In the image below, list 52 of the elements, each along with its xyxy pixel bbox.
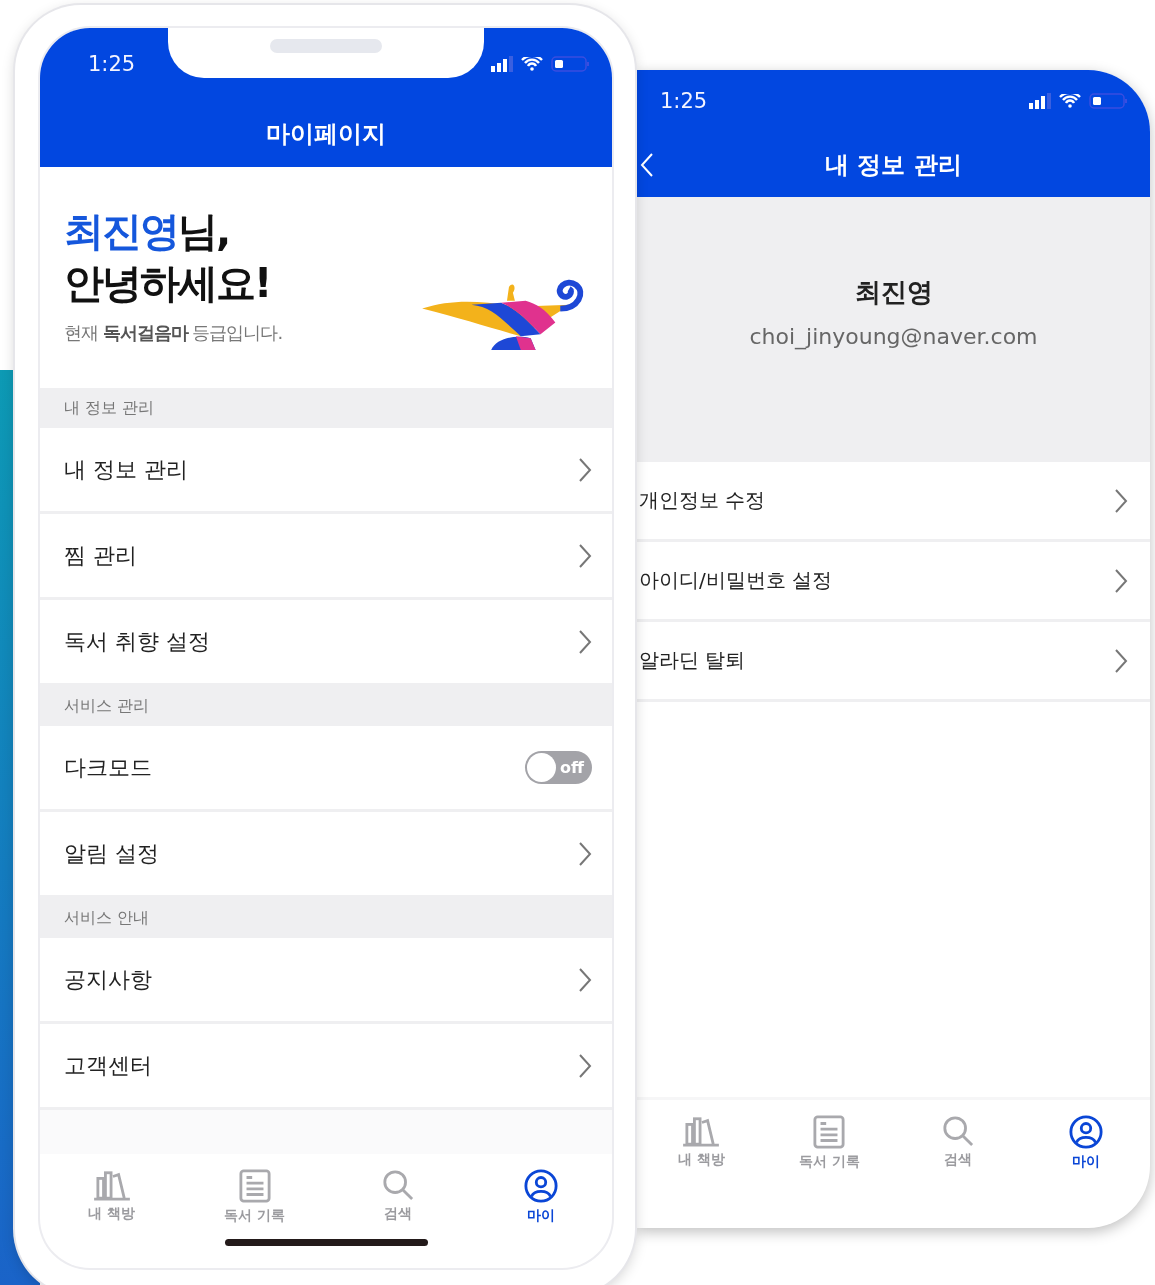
- signal-icon: [491, 56, 513, 72]
- profile-name: 최진영: [854, 276, 933, 309]
- menu-label: 알라딘 탈퇴: [639, 647, 746, 674]
- chevron-right-icon: [1114, 647, 1128, 674]
- battery-icon: [1089, 93, 1128, 109]
- user-icon: [523, 1169, 558, 1203]
- signal-icon: [1029, 93, 1051, 109]
- status-time: 1:25: [660, 89, 708, 113]
- tab-bar-item[interactable]: 마이: [1035, 1114, 1136, 1172]
- section-header: 서비스 안내: [40, 898, 612, 938]
- user-icon: [1068, 1115, 1103, 1149]
- battery-icon: [551, 56, 590, 72]
- chevron-right-icon: [578, 456, 592, 483]
- books-icon: [92, 1169, 131, 1201]
- books-icon: [682, 1115, 721, 1147]
- back-icon[interactable]: [640, 152, 654, 178]
- search-icon: [941, 1115, 974, 1147]
- chevron-right-icon: [1114, 487, 1128, 514]
- menu-label: 공지사항: [64, 965, 152, 994]
- menu-label: 독서 취향 설정: [64, 627, 210, 656]
- greeting-heading: 최진영님,: [64, 207, 231, 256]
- menu-label: 내 정보 관리: [64, 455, 188, 484]
- wifi-icon: [521, 57, 543, 71]
- chevron-right-icon: [578, 542, 592, 569]
- menu-label: 고객센터: [64, 1051, 152, 1080]
- chevron-right-icon: [578, 840, 592, 867]
- menu-label: 아이디/비밀번호 설정: [639, 567, 833, 594]
- menu-label: 알림 설정: [64, 839, 159, 868]
- wifi-icon: [1059, 94, 1081, 108]
- document-icon: [238, 1169, 271, 1203]
- screen-title: 내 정보 관리: [825, 149, 962, 181]
- greeting-heading: 안녕하세요!: [64, 259, 272, 308]
- menu-label: 개인정보 수정: [639, 487, 766, 514]
- chevron-right-icon: [578, 966, 592, 993]
- menu-row[interactable]: 공지사항: [40, 938, 612, 1024]
- section-header: 내 정보 관리: [40, 388, 612, 428]
- status-time: 1:25: [88, 52, 136, 76]
- menu-row[interactable]: 내 정보 관리: [40, 428, 612, 514]
- chevron-right-icon: [1114, 567, 1128, 594]
- document-icon: [813, 1115, 846, 1149]
- menu-label: 찜 관리: [64, 541, 137, 570]
- chevron-right-icon: [578, 1052, 592, 1079]
- menu-row[interactable]: 찜 관리: [40, 514, 612, 600]
- grade-text: 현재 독서걸음마 등급입니다.: [64, 321, 284, 345]
- profile-email: choi_jinyoung@naver.com: [749, 324, 1038, 349]
- menu-label: 다크모드: [64, 753, 152, 782]
- chevron-right-icon: [578, 628, 592, 655]
- tab-bar-item[interactable]: 마이: [490, 1168, 591, 1226]
- search-icon: [381, 1169, 414, 1201]
- section-header: 서비스 관리: [40, 686, 612, 726]
- screen-title: 마이페이지: [266, 118, 386, 150]
- menu-row[interactable]: 다크모드 off: [40, 726, 612, 812]
